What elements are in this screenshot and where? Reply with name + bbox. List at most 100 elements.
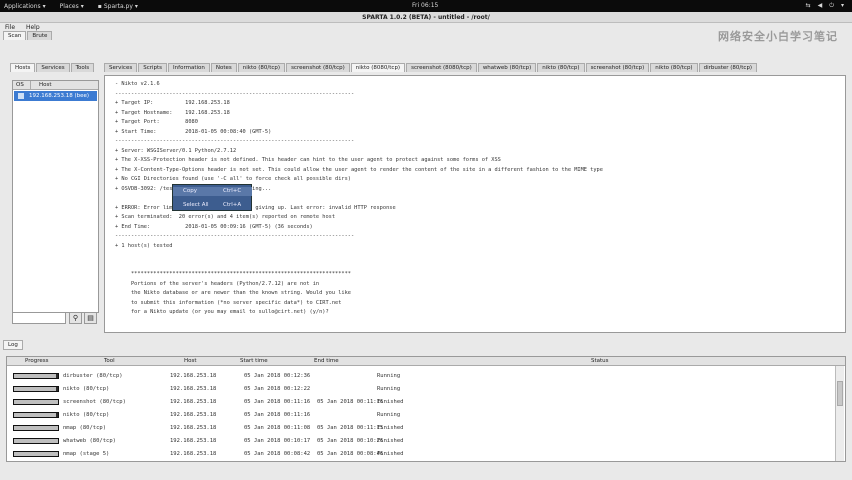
col-status[interactable]: Status bbox=[591, 358, 609, 364]
tab-information[interactable]: Information bbox=[168, 63, 210, 72]
log-cell-start: 05 Jan 2018 00:11:16 bbox=[244, 412, 311, 418]
log-cell-host: 192.168.253.18 bbox=[170, 386, 217, 392]
tab-tool[interactable]: screenshot (80/tcp) bbox=[286, 63, 350, 72]
output-line: to submit this information (*no server s… bbox=[115, 299, 342, 306]
progress-bar bbox=[13, 425, 59, 431]
places-menu[interactable]: Places ▾ bbox=[60, 3, 84, 10]
log-cell-status: Finished bbox=[377, 425, 404, 431]
main-tabs: Scan Brute bbox=[3, 31, 53, 40]
clock[interactable]: Fri 06:15 bbox=[412, 2, 438, 9]
output-line: + 1 host(s) tested bbox=[115, 242, 173, 249]
tab-tools[interactable]: Tools bbox=[70, 63, 95, 72]
col-os[interactable]: OS bbox=[13, 81, 31, 89]
tab-tool[interactable]: screenshot (8080/tcp) bbox=[406, 63, 477, 72]
log-row[interactable]: screenshot (80/tcp) 192.168.253.18 05 Jan … bbox=[7, 396, 827, 408]
output-line: + Server: WSGIServer/0.1 Python/2.7.12 bbox=[115, 147, 237, 154]
progress-bar bbox=[13, 373, 59, 379]
context-menu: Copy Ctrl+C Select All Ctrl+A bbox=[172, 184, 252, 211]
progress-fill bbox=[14, 426, 58, 430]
power-icon: ⏻ bbox=[829, 2, 834, 9]
progress-fill bbox=[14, 452, 58, 456]
col-host[interactable]: Host bbox=[31, 81, 52, 89]
log-row[interactable]: whatweb (80/tcp) 192.168.253.18 05 Jan 201… bbox=[7, 435, 827, 447]
log-cell-status: Finished bbox=[377, 451, 404, 457]
col-end-time[interactable]: End time bbox=[314, 358, 339, 364]
search-icon: ⚲ bbox=[72, 314, 79, 322]
chevron-down-icon: ▾ bbox=[42, 2, 46, 10]
tab-services[interactable]: Services bbox=[36, 63, 70, 72]
menu-help[interactable]: Help bbox=[26, 24, 40, 31]
log-cell-end: 05 Jan 2018 00:11:15 bbox=[317, 425, 384, 431]
output-line: + The X-Content-Type-Options header is n… bbox=[115, 166, 603, 173]
tab-tool[interactable]: screenshot (80/tcp) bbox=[585, 63, 650, 72]
network-icon: ⇆ bbox=[805, 2, 811, 9]
log-cell-host: 192.168.253.18 bbox=[170, 399, 217, 405]
tab-tool[interactable]: dirbuster (80/tcp) bbox=[698, 63, 758, 72]
output-line: for a Nikto update (or you may email to … bbox=[115, 309, 329, 315]
host-filter-input[interactable] bbox=[12, 312, 66, 324]
output-line: - Nikto v2.1.6 bbox=[115, 81, 160, 87]
progress-fill bbox=[14, 387, 56, 391]
applications-menu[interactable]: Applications ▾ bbox=[4, 3, 46, 10]
scrollbar-thumb[interactable] bbox=[837, 381, 843, 406]
tab-tool[interactable]: whatweb (80/tcp) bbox=[477, 63, 537, 72]
progress-bar bbox=[13, 412, 59, 418]
tab-tool[interactable]: nikto (80/tcp) bbox=[650, 63, 698, 72]
output-line: + Target Port: 8080 bbox=[115, 119, 198, 125]
log-cell-status: Finished bbox=[377, 399, 404, 405]
log-cell-start: 05 Jan 2018 00:10:17 bbox=[244, 438, 311, 444]
tab-brute[interactable]: Brute bbox=[27, 31, 53, 40]
chevron-down-icon: ▾ bbox=[840, 2, 844, 9]
log-row[interactable]: nikto (80/tcp) 192.168.253.18 05 Jan 2018 … bbox=[7, 409, 827, 421]
log-table-header: Progress Tool Host Start time End time S… bbox=[7, 357, 845, 366]
tab-notes[interactable]: Notes bbox=[210, 63, 237, 72]
log-cell-host: 192.168.253.18 bbox=[170, 373, 217, 379]
tab-tool-active[interactable]: nikto (8080/tcp) bbox=[350, 63, 406, 72]
output-line: + End Time: 2018-01-05 00:09:16 (GMT-5) … bbox=[115, 223, 313, 230]
menu-item-select-all[interactable]: Select All bbox=[183, 202, 209, 208]
tab-tool[interactable]: nikto (80/tcp) bbox=[237, 63, 286, 72]
col-tool[interactable]: Tool bbox=[104, 358, 115, 364]
progress-fill bbox=[14, 400, 58, 404]
progress-fill bbox=[14, 374, 56, 378]
host-address: 192.168.253.18 (bee) bbox=[29, 93, 90, 99]
log-row[interactable]: dirbuster (80/tcp) 192.168.253.18 05 Jan 2… bbox=[7, 370, 827, 382]
log-cell-host: 192.168.253.18 bbox=[170, 451, 217, 457]
search-button[interactable]: ⚲ bbox=[69, 312, 82, 324]
col-progress[interactable]: Progress bbox=[25, 358, 48, 364]
log-cell-host: 192.168.253.18 bbox=[170, 425, 217, 431]
window-titlebar: SPARTA 1.0.2 (BETA) - untitled - /root/ bbox=[0, 12, 852, 23]
log-cell-tool: whatweb (80/tcp) bbox=[63, 438, 116, 444]
menu-file[interactable]: File bbox=[5, 24, 15, 31]
log-cell-status: Running bbox=[377, 386, 401, 392]
tab-scan[interactable]: Scan bbox=[3, 31, 27, 40]
filter-button[interactable]: ▤ bbox=[84, 312, 97, 324]
os-icon bbox=[18, 93, 24, 99]
progress-fill bbox=[14, 439, 58, 443]
host-table-header: OS Host bbox=[13, 81, 98, 90]
log-row[interactable]: nmap (80/tcp) 192.168.253.18 05 Jan 2018 0… bbox=[7, 422, 827, 434]
tab-scripts[interactable]: Scripts bbox=[138, 63, 168, 72]
copy-shortcut: Ctrl+C bbox=[223, 188, 242, 194]
app-label: Sparta.py bbox=[103, 2, 133, 10]
log-cell-end: 05 Jan 2018 00:11:16 bbox=[317, 399, 384, 405]
col-start-time[interactable]: Start time bbox=[240, 358, 268, 364]
log-row[interactable]: nikto (80/tcp) 192.168.253.18 05 Jan 2018 … bbox=[7, 383, 827, 395]
tab-log[interactable]: Log bbox=[3, 340, 23, 350]
window-title: SPARTA 1.0.2 (BETA) - untitled - /root/ bbox=[362, 14, 490, 21]
chevron-down-icon: ▾ bbox=[134, 2, 138, 10]
app-menu[interactable]: ▪ Sparta.py ▾ bbox=[98, 3, 138, 10]
col-host[interactable]: Host bbox=[184, 358, 197, 364]
host-row[interactable]: 192.168.253.18 (bee) bbox=[14, 91, 97, 101]
log-row[interactable]: nmap (stage 5) 192.168.253.18 05 Jan 2018 … bbox=[7, 448, 827, 460]
tab-hosts[interactable]: Hosts bbox=[10, 63, 36, 72]
tab-services-info[interactable]: Services bbox=[104, 63, 138, 72]
applications-label: Applications bbox=[4, 2, 41, 10]
output-line: ****************************************… bbox=[115, 271, 351, 277]
tab-tool[interactable]: nikto (80/tcp) bbox=[537, 63, 585, 72]
menu-item-copy[interactable]: Copy bbox=[183, 188, 197, 194]
output-line: ----------------------------------------… bbox=[115, 90, 355, 97]
log-scrollbar[interactable] bbox=[835, 366, 844, 461]
system-tray[interactable]: ⇆ ◀ ⏻ ▾ bbox=[806, 2, 844, 10]
output-line: + ERROR: Error limit (20) reached for ho… bbox=[115, 204, 396, 211]
